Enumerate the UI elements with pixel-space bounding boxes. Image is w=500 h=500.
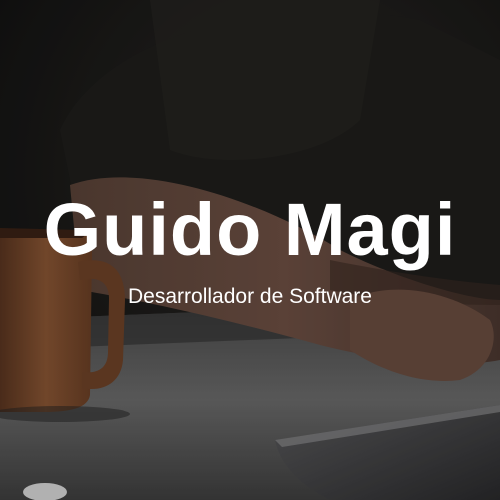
hero-subtitle: Desarrollador de Software xyxy=(128,285,372,308)
hero-title: Guido Magi xyxy=(43,188,457,271)
hero-section: Guido Magi Desarrollador de Software xyxy=(0,0,500,500)
